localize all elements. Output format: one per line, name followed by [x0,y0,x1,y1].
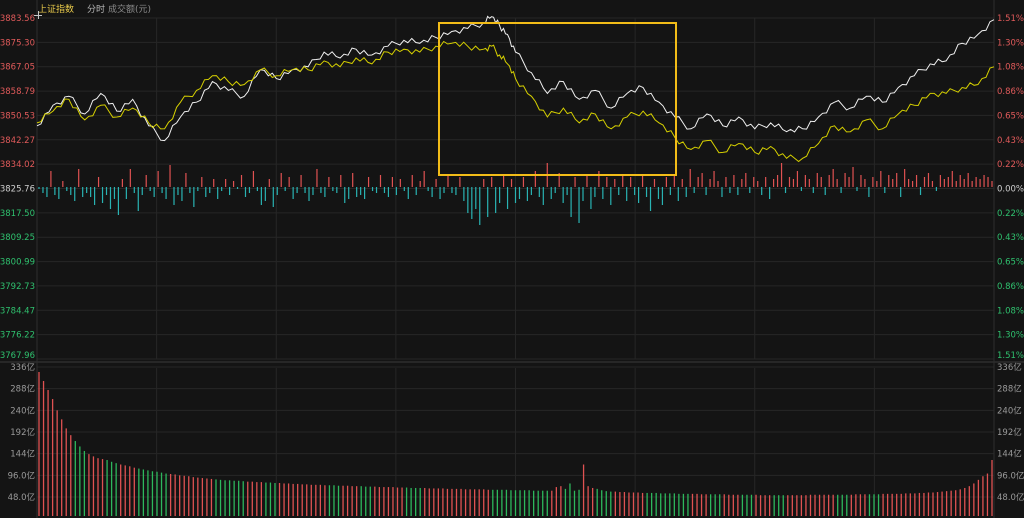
turnover-axis-right: 336亿 288亿 240亿 192亿 144亿 96.0亿 48.0亿 [997,362,1024,503]
percent-axis-label: 1.30% [997,38,1024,48]
percent-axis-label: 0.43% [997,136,1024,146]
left-price-axis: 3883.56 3875.30 3867.05 3858.79 3850.53 3842.… [0,14,35,361]
price-axis-label: 3834.02 [0,160,35,170]
price-axis-label: 3858.79 [0,87,35,97]
turnover-axis-label: 144亿 [10,449,35,460]
percent-axis-label: 0.65% [997,258,1024,268]
right-percent-axis: 1.51% 1.30% 1.08% 0.86% 0.65% 0.43% 0.22% 0.00%… [997,14,1024,361]
percent-axis-label: 0.86% [997,282,1024,292]
percent-axis-label: 1.08% [997,306,1024,316]
turnover-axis-label: 240亿 [997,405,1022,416]
price-axis-label: 3850.53 [0,111,35,121]
percent-axis-label: 0.22% [997,209,1024,219]
index-title[interactable]: 上证指数 [38,3,74,17]
percent-axis-label: 1.08% [997,63,1024,73]
turnover-axis-label: 48.0亿 [997,492,1024,503]
price-axis-label: 3867.05 [0,63,35,73]
price-axis-label: 3800.99 [0,258,35,268]
percent-axis-label: 1.51% [997,351,1024,361]
crosshair-icon [34,11,42,19]
turnover-axis-label: 240亿 [10,405,35,416]
turnover-axis-left: 336亿 288亿 240亿 192亿 144亿 96.0亿 48.0亿 [8,362,35,503]
turnover-axis-label: 288亿 [997,384,1022,395]
intraday-chart: 3883.56 3875.30 3867.05 3858.79 3850.53 3842.… [0,0,1024,518]
percent-axis-label: 0.22% [997,160,1024,170]
price-axis-label: 3792.73 [0,282,35,292]
price-axis-label: 3784.47 [0,306,35,316]
price-axis-label: 3817.50 [0,209,35,219]
price-axis-label: 3875.30 [0,38,35,48]
turnover-axis-label: 192亿 [10,427,35,438]
price-axis-label: 3809.25 [0,233,35,243]
timeshare-tab[interactable]: 分时 [87,3,105,17]
turnover-axis-label: 144亿 [997,449,1022,460]
turnover-axis-label: 288亿 [10,384,35,395]
price-axis-label: 3842.27 [0,136,35,146]
price-axis-label: 3767.96 [0,351,35,361]
percent-axis-label: 0.86% [997,87,1024,97]
turnover-axis-label: 336亿 [10,362,35,373]
turnover-axis-label: 96.0亿 [8,470,35,481]
turnover-axis-label: 48.0亿 [8,492,35,503]
percent-axis-label: 1.30% [997,331,1024,341]
percent-axis-label: 0.43% [997,233,1024,243]
turnover-axis-label: 96.0亿 [997,470,1024,481]
percent-axis-label: 0.65% [997,111,1024,121]
price-axis-label: 3825.76 [0,185,35,195]
turnover-axis-label: 192亿 [997,427,1022,438]
grid-lines [0,0,1024,518]
turnover-label: 成交额(元) [108,5,152,15]
percent-axis-label: 1.51% [997,14,1024,24]
price-axis-label: 3776.22 [0,331,35,341]
turnover-axis-label: 336亿 [997,362,1022,373]
price-axis-label: 3883.56 [0,14,35,24]
percent-axis-label: 0.00% [997,185,1024,195]
highlight-box [438,22,677,176]
